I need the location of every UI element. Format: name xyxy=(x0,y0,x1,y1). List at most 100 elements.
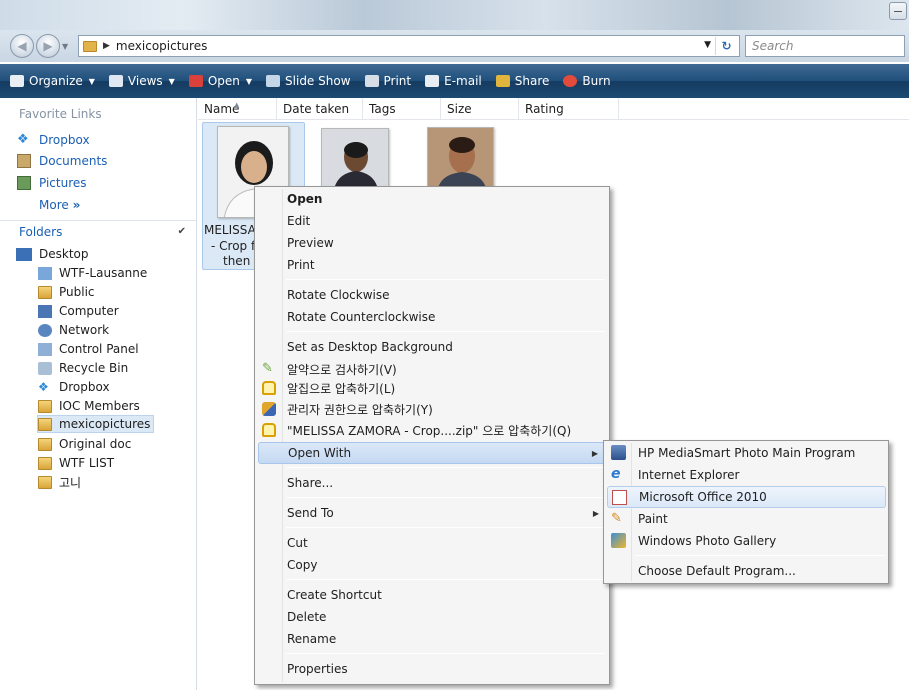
submenu-item-windows-photo-gallery[interactable]: Windows Photo Gallery xyxy=(607,530,886,552)
column-tags[interactable]: Tags xyxy=(363,98,441,120)
email-button[interactable]: E-mail xyxy=(425,74,482,88)
back-button[interactable]: ◀ xyxy=(10,34,34,58)
menu-item-compress-to-zip[interactable]: "MELISSA ZAMORA - Crop....zip" 으로 압축하기(Q… xyxy=(258,419,607,441)
folders-header[interactable]: Folders ✔ xyxy=(0,220,196,242)
context-menu: Open Edit Preview Print Rotate Clockwise… xyxy=(254,186,610,685)
menu-item-rename[interactable]: Rename xyxy=(258,628,607,650)
tree-item-mexicopictures[interactable]: mexicopictures xyxy=(37,415,155,433)
menu-separator xyxy=(286,579,605,580)
share-button[interactable]: Share xyxy=(495,74,549,88)
breadcrumb-separator-icon[interactable]: ▶ xyxy=(103,41,110,51)
slideshow-button[interactable]: Slide Show xyxy=(266,74,351,88)
tree-item-label: WTF-Lausanne xyxy=(59,266,148,280)
photo-thumbnail[interactable] xyxy=(427,127,494,187)
column-size[interactable]: Size xyxy=(441,98,519,120)
address-bar[interactable]: ▶ mexicopictures ▼ ↻ xyxy=(78,35,740,57)
submenu-arrow-icon: ▶ xyxy=(592,508,599,518)
menu-separator xyxy=(286,331,605,332)
favorite-link-dropbox[interactable]: ❖ Dropbox xyxy=(17,133,90,148)
tree-item-desktop[interactable]: Desktop xyxy=(16,245,89,263)
submenu-item-microsoft-office[interactable]: Microsoft Office 2010 xyxy=(607,486,886,508)
tree-item-label: mexicopictures xyxy=(59,417,151,431)
submenu-item-internet-explorer[interactable]: e Internet Explorer xyxy=(607,464,886,486)
menu-separator xyxy=(286,497,605,498)
menu-separator xyxy=(286,467,605,468)
tree-item-original-doc[interactable]: Original doc xyxy=(38,435,131,453)
minimize-button[interactable] xyxy=(889,2,907,20)
photo-thumbnail[interactable] xyxy=(321,128,389,188)
tree-item-public[interactable]: Public xyxy=(38,283,95,301)
column-rating[interactable]: Rating xyxy=(519,98,619,120)
submenu-item-paint[interactable]: ✎ Paint xyxy=(607,508,886,530)
menu-item-print[interactable]: Print xyxy=(258,254,607,276)
folder-icon xyxy=(38,475,52,489)
tree-item-label: Original doc xyxy=(59,437,132,451)
menu-item-send-to[interactable]: Send To ▶ xyxy=(258,502,607,524)
open-icon xyxy=(188,75,203,87)
column-label: Size xyxy=(447,102,472,116)
tree-item-wtf-list[interactable]: WTF LIST xyxy=(38,454,114,472)
organize-button[interactable]: Organize ▼ xyxy=(10,74,95,88)
menu-item-label: "MELISSA ZAMORA - Crop....zip" 으로 압축하기(Q… xyxy=(287,423,572,438)
shield-icon xyxy=(262,402,276,416)
search-input[interactable]: Search xyxy=(745,35,905,57)
tree-item-ioc-members[interactable]: IOC Members xyxy=(38,397,140,415)
organize-icon xyxy=(10,75,24,87)
tree-item-network[interactable]: Network xyxy=(38,321,109,339)
recent-pages-dropdown[interactable]: ▼ xyxy=(62,42,68,51)
menu-item-set-desktop-background[interactable]: Set as Desktop Background xyxy=(258,336,607,358)
submenu-item-hp-mediasmart[interactable]: HP MediaSmart Photo Main Program xyxy=(607,442,886,464)
menu-item-open-with[interactable]: Open With ▶ xyxy=(258,442,607,464)
organize-label: Organize xyxy=(29,74,83,88)
views-button[interactable]: Views ▼ xyxy=(108,74,175,88)
column-header-row: ▲ Name Date taken Tags Size Rating xyxy=(198,98,909,120)
menu-item-edit[interactable]: Edit xyxy=(258,210,607,232)
favorite-link-pictures[interactable]: Pictures xyxy=(17,176,87,190)
computer-icon xyxy=(38,304,52,318)
tree-item-dropbox[interactable]: ❖ Dropbox xyxy=(38,378,110,396)
column-name[interactable]: ▲ Name xyxy=(198,98,277,120)
menu-item-open[interactable]: Open xyxy=(258,188,607,210)
archive-icon xyxy=(262,381,276,395)
tree-item-recycle-bin[interactable]: Recycle Bin xyxy=(38,359,128,377)
menu-item-cut[interactable]: Cut xyxy=(258,532,607,554)
tree-item-label: Network xyxy=(59,323,110,337)
menu-separator xyxy=(286,527,605,528)
tree-item-wtf-lausanne[interactable]: WTF-Lausanne xyxy=(38,264,147,282)
tree-item-label: 고니 xyxy=(59,475,82,490)
chevron-down-icon[interactable]: ✔ xyxy=(178,226,186,237)
menu-item-delete[interactable]: Delete xyxy=(258,606,607,628)
menu-item-create-shortcut[interactable]: Create Shortcut xyxy=(258,584,607,606)
menu-item-preview[interactable]: Preview xyxy=(258,232,607,254)
menu-item-copy[interactable]: Copy xyxy=(258,554,607,576)
refresh-icon[interactable]: ↻ xyxy=(715,37,737,55)
address-path[interactable]: mexicopictures xyxy=(116,39,207,53)
favorite-link-documents[interactable]: Documents xyxy=(17,154,107,168)
menu-item-label: 알약으로 검사하기(V) xyxy=(287,362,397,377)
tree-item-control-panel[interactable]: Control Panel xyxy=(38,340,139,358)
tree-item-goni[interactable]: 고니 xyxy=(38,473,81,491)
tree-item-computer[interactable]: Computer xyxy=(38,302,119,320)
submenu-item-choose-default-program[interactable]: Choose Default Program... xyxy=(607,560,886,582)
menu-item-rotate-counterclockwise[interactable]: Rotate Counterclockwise xyxy=(258,306,607,328)
menu-item-share[interactable]: Share... xyxy=(258,472,607,494)
menu-item-alzip-compress[interactable]: 알집으로 압축하기(L) xyxy=(258,377,607,399)
dropbox-icon: ❖ xyxy=(38,379,49,394)
tree-item-label: Public xyxy=(59,285,95,299)
column-date-taken[interactable]: Date taken xyxy=(277,98,363,120)
menu-separator xyxy=(286,653,605,654)
tree-item-label: Control Panel xyxy=(59,342,139,356)
menu-item-properties[interactable]: Properties xyxy=(258,658,607,680)
forward-button[interactable]: ▶ xyxy=(36,34,60,58)
print-button[interactable]: Print xyxy=(364,74,411,88)
views-icon xyxy=(108,75,123,87)
menu-item-rotate-clockwise[interactable]: Rotate Clockwise xyxy=(258,284,607,306)
submenu-item-label: Paint xyxy=(638,512,668,526)
burn-button[interactable]: Burn xyxy=(563,74,611,88)
menu-item-admin-compress[interactable]: 관리자 권한으로 압축하기(Y) xyxy=(258,398,607,420)
address-dropdown-icon[interactable]: ▼ xyxy=(704,40,711,50)
open-button[interactable]: Open ▼ xyxy=(188,74,252,88)
command-bar: Organize ▼ Views ▼ Open ▼ Slide Show Print … xyxy=(0,64,909,98)
more-links[interactable]: More » xyxy=(39,198,80,212)
menu-separator xyxy=(286,279,605,280)
